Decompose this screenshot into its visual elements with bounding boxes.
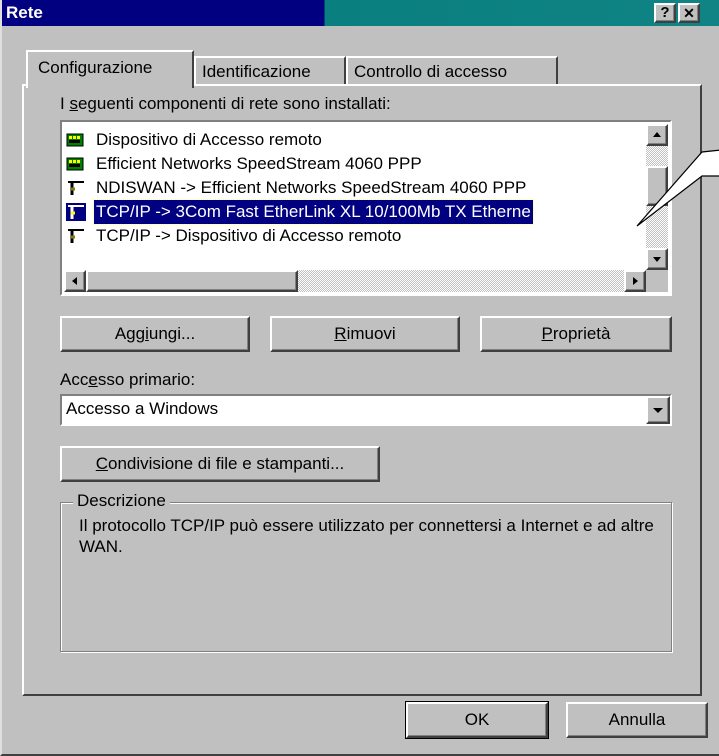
tab-configurazione[interactable]: Configurazione bbox=[26, 50, 194, 88]
description-text: Il protocollo TCP/IP può essere utilizza… bbox=[79, 516, 654, 556]
list-item-text: Efficient Networks SpeedStream 4060 PPP bbox=[96, 154, 422, 173]
scrollbar-corner bbox=[646, 270, 668, 292]
scroll-thumb[interactable] bbox=[646, 166, 668, 206]
horizontal-scrollbar[interactable] bbox=[64, 270, 646, 292]
tab-label: Controllo di accesso bbox=[354, 62, 508, 81]
list-item[interactable]: TCP/IP -> Dispositivo di Accesso remoto bbox=[64, 224, 646, 248]
primary-access-label: Accesso primario: bbox=[60, 370, 196, 389]
network-dialog: Rete ? ✕ Configurazione Identificazione … bbox=[0, 0, 719, 756]
dropdown-button[interactable] bbox=[646, 396, 670, 424]
scroll-down-button[interactable] bbox=[646, 248, 668, 270]
network-protocol-icon bbox=[66, 227, 86, 245]
tab-label: Configurazione bbox=[38, 58, 153, 77]
help-button[interactable]: ? bbox=[654, 3, 676, 23]
ok-button[interactable]: OK bbox=[405, 701, 549, 739]
arrow-up-icon bbox=[653, 132, 661, 137]
scroll-left-button[interactable] bbox=[64, 270, 86, 292]
scroll-right-button[interactable] bbox=[624, 270, 646, 292]
scroll-thumb-horizontal[interactable] bbox=[86, 270, 298, 292]
network-adapter-icon bbox=[66, 131, 86, 149]
list-item-text: TCP/IP -> Dispositivo di Accesso remoto bbox=[96, 226, 402, 245]
remove-button[interactable]: Rimuovi bbox=[270, 316, 460, 352]
title-bar[interactable]: Rete ? ✕ bbox=[2, 0, 719, 26]
primary-access-select[interactable]: Accesso a Windows bbox=[60, 394, 672, 426]
list-item-text: Dispositivo di Accesso remoto bbox=[96, 130, 322, 149]
description-legend: Descrizione bbox=[73, 491, 170, 511]
close-button[interactable]: ✕ bbox=[678, 3, 700, 23]
vertical-scrollbar[interactable] bbox=[646, 124, 668, 270]
list-item-text: NDISWAN -> Efficient Networks SpeedStrea… bbox=[96, 178, 527, 197]
properties-button[interactable]: Proprietà bbox=[480, 316, 672, 352]
arrow-down-icon bbox=[653, 257, 661, 262]
cancel-button[interactable]: Annulla bbox=[566, 702, 708, 738]
close-icon: ✕ bbox=[683, 5, 695, 21]
add-button[interactable]: Aggiungi... bbox=[60, 316, 250, 352]
network-protocol-icon bbox=[66, 203, 86, 221]
primary-access-value: Accesso a Windows bbox=[66, 399, 219, 418]
list-item[interactable]: Dispositivo di Accesso remoto bbox=[64, 128, 646, 152]
list-item[interactable]: Efficient Networks SpeedStream 4060 PPP bbox=[64, 152, 646, 176]
tab-label: Identificazione bbox=[202, 62, 311, 81]
window-title: Rete bbox=[6, 3, 43, 22]
description-group: Descrizione Il protocollo TCP/IP può ess… bbox=[60, 491, 672, 652]
arrow-left-icon bbox=[72, 277, 77, 285]
scroll-up-button[interactable] bbox=[646, 124, 668, 146]
chevron-down-icon bbox=[653, 408, 663, 413]
file-printer-sharing-button[interactable]: Condivisione di file e stampanti... bbox=[60, 446, 380, 482]
components-listbox[interactable]: Dispositivo di Accesso remoto Efficient … bbox=[60, 120, 672, 296]
help-icon: ? bbox=[660, 4, 670, 21]
arrow-right-icon bbox=[633, 277, 638, 285]
list-item[interactable]: NDISWAN -> Efficient Networks SpeedStrea… bbox=[64, 176, 646, 200]
components-label: I seguenti componenti di rete sono insta… bbox=[60, 94, 391, 113]
list-item-text: TCP/IP -> 3Com Fast EtherLink XL 10/100M… bbox=[93, 199, 534, 225]
network-adapter-icon bbox=[66, 155, 86, 173]
tab-controllo-di-accesso[interactable]: Controllo di accesso bbox=[346, 56, 558, 84]
tab-identificazione[interactable]: Identificazione bbox=[194, 56, 346, 84]
list-item-selected[interactable]: TCP/IP -> 3Com Fast EtherLink XL 10/100M… bbox=[64, 199, 646, 225]
network-protocol-icon bbox=[66, 179, 86, 197]
